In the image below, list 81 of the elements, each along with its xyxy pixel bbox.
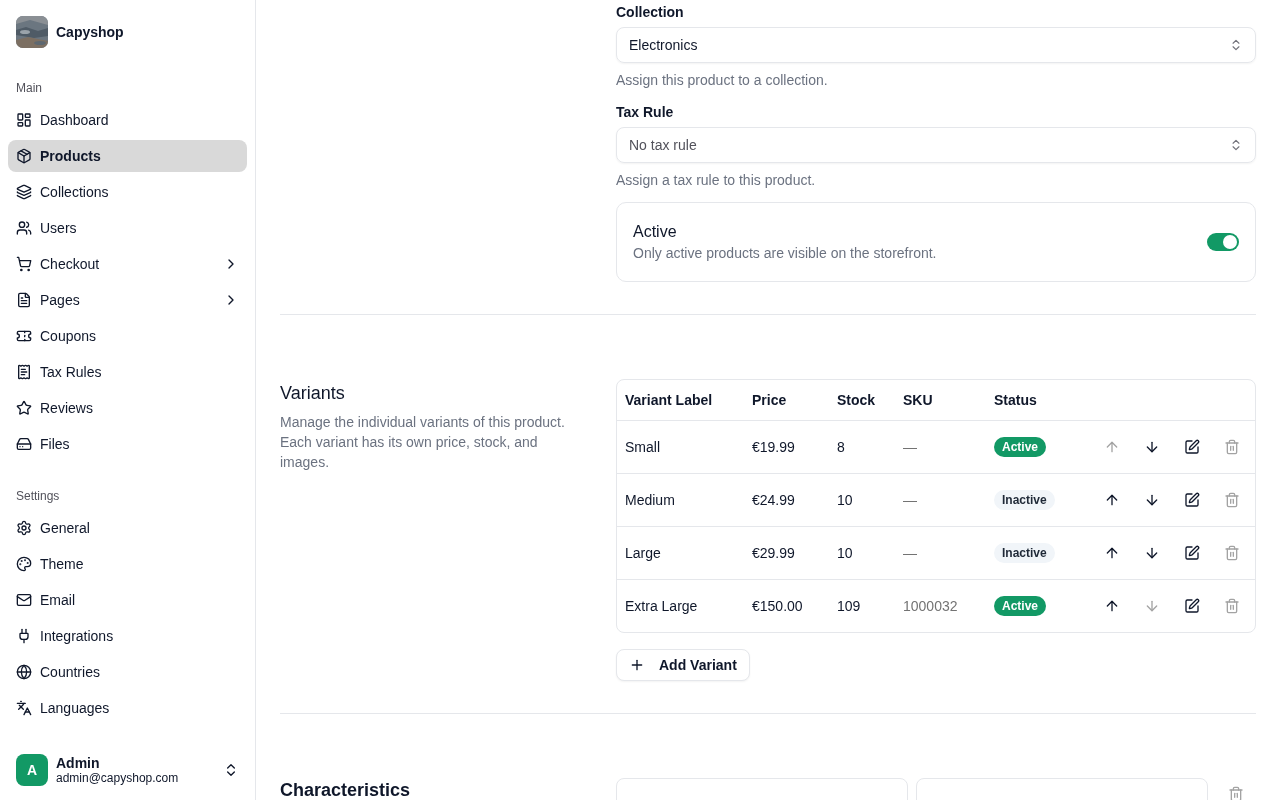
- table-cell-text: 10: [837, 492, 854, 508]
- sidebar-item[interactable]: Languages: [8, 692, 247, 724]
- palette-icon: [16, 556, 32, 572]
- status-badge: Active: [994, 596, 1047, 616]
- card-title: Active: [633, 223, 678, 241]
- field-label: Tax Rule: [616, 103, 675, 122]
- table-cell-text: —: [903, 545, 918, 561]
- table-cell-text: Medium: [625, 492, 676, 508]
- user-name: Admin: [56, 755, 101, 771]
- section-description: Manage the individual variants of this product. Each variant has its own price, stock, and images.: [280, 413, 566, 472]
- edit-icon[interactable]: [1184, 439, 1200, 455]
- column-header: Stock: [837, 392, 877, 408]
- user-email: admin@capyshop.com: [56, 771, 180, 785]
- table-cell-text: Small: [625, 439, 661, 455]
- settings-icon: [16, 520, 32, 536]
- plug-icon: [16, 628, 32, 644]
- table-cell-text: 1000032: [903, 598, 959, 614]
- table-cell-text: Extra Large: [625, 598, 699, 614]
- sidebar-item[interactable]: Integrations: [8, 620, 247, 652]
- sidebar-item[interactable]: Coupons: [8, 320, 247, 352]
- receipt-icon: [16, 364, 32, 380]
- field-label: Collection: [616, 3, 685, 22]
- table-cell-text: 8: [837, 439, 846, 455]
- card-description: Only active products are visible on the storefront.: [633, 245, 937, 261]
- edit-icon[interactable]: [1184, 492, 1200, 508]
- layers-icon: [16, 184, 32, 200]
- globe-icon: [16, 664, 32, 680]
- add-variant-button[interactable]: Add Variant: [616, 649, 750, 681]
- edit-icon[interactable]: [1184, 598, 1200, 614]
- table-cell-text: €29.99: [752, 545, 796, 561]
- section-title: Variants: [280, 383, 346, 404]
- toggle-switch[interactable]: [1207, 233, 1239, 251]
- edit-icon[interactable]: [1184, 545, 1200, 561]
- column-header: Variant Label: [625, 392, 714, 408]
- document-icon: [16, 292, 32, 308]
- mail-icon: [16, 592, 32, 608]
- sidebar-item[interactable]: Dashboard: [8, 104, 247, 136]
- sidebar-item[interactable]: Countries: [8, 656, 247, 688]
- group-title: Main: [15, 80, 43, 97]
- status-badge: Inactive: [994, 543, 1055, 563]
- sidebar-item[interactable]: Pages: [8, 284, 247, 316]
- sidebar-item[interactable]: Users: [8, 212, 247, 244]
- ticket-icon: [16, 328, 32, 344]
- translate-icon: [16, 700, 32, 716]
- sidebar-item[interactable]: Collections: [8, 176, 247, 208]
- table-cell-text: €19.99: [752, 439, 796, 455]
- users-icon: [16, 220, 32, 236]
- table-cell-text: —: [903, 439, 918, 455]
- table-cell-text: €24.99: [752, 492, 796, 508]
- table-cell-text: 109: [837, 598, 862, 614]
- sidebar-item[interactable]: Tax Rules: [8, 356, 247, 388]
- group-title: Settings: [15, 488, 61, 505]
- status-badge: Active: [994, 437, 1047, 457]
- cart-icon: [16, 256, 32, 272]
- help-text: Assign a tax rule to this product.: [616, 172, 817, 188]
- column-header: Price: [752, 392, 788, 408]
- star-icon: [16, 400, 32, 416]
- sidebar-item[interactable]: Reviews: [8, 392, 247, 424]
- table-cell-text: €150.00: [752, 598, 804, 614]
- sidebar-item[interactable]: Files: [8, 428, 247, 460]
- dashboard-icon: [16, 112, 32, 128]
- sidebar-item[interactable]: Theme: [8, 548, 247, 580]
- drive-icon: [16, 436, 32, 452]
- select-field[interactable]: Electronics: [616, 27, 1256, 63]
- box-icon: [16, 148, 32, 164]
- sidebar-item[interactable]: Products: [8, 140, 247, 172]
- help-text: Assign this product to a collection.: [616, 72, 829, 88]
- table-cell-text: —: [903, 492, 918, 508]
- plus-icon: [629, 657, 645, 673]
- status-badge: Inactive: [994, 490, 1055, 510]
- select-field[interactable]: No tax rule: [616, 127, 1256, 163]
- sidebar-item[interactable]: Email: [8, 584, 247, 616]
- sidebar-item[interactable]: Checkout: [8, 248, 247, 280]
- column-header: Status: [994, 392, 1038, 408]
- column-header: SKU: [903, 392, 934, 408]
- section-title: Characteristics: [280, 780, 412, 800]
- sidebar-item[interactable]: General: [8, 512, 247, 544]
- table-cell-text: Large: [625, 545, 662, 561]
- table-cell-text: 10: [837, 545, 854, 561]
- brand-name: Capyshop: [56, 24, 124, 40]
- avatar: A: [16, 754, 48, 786]
